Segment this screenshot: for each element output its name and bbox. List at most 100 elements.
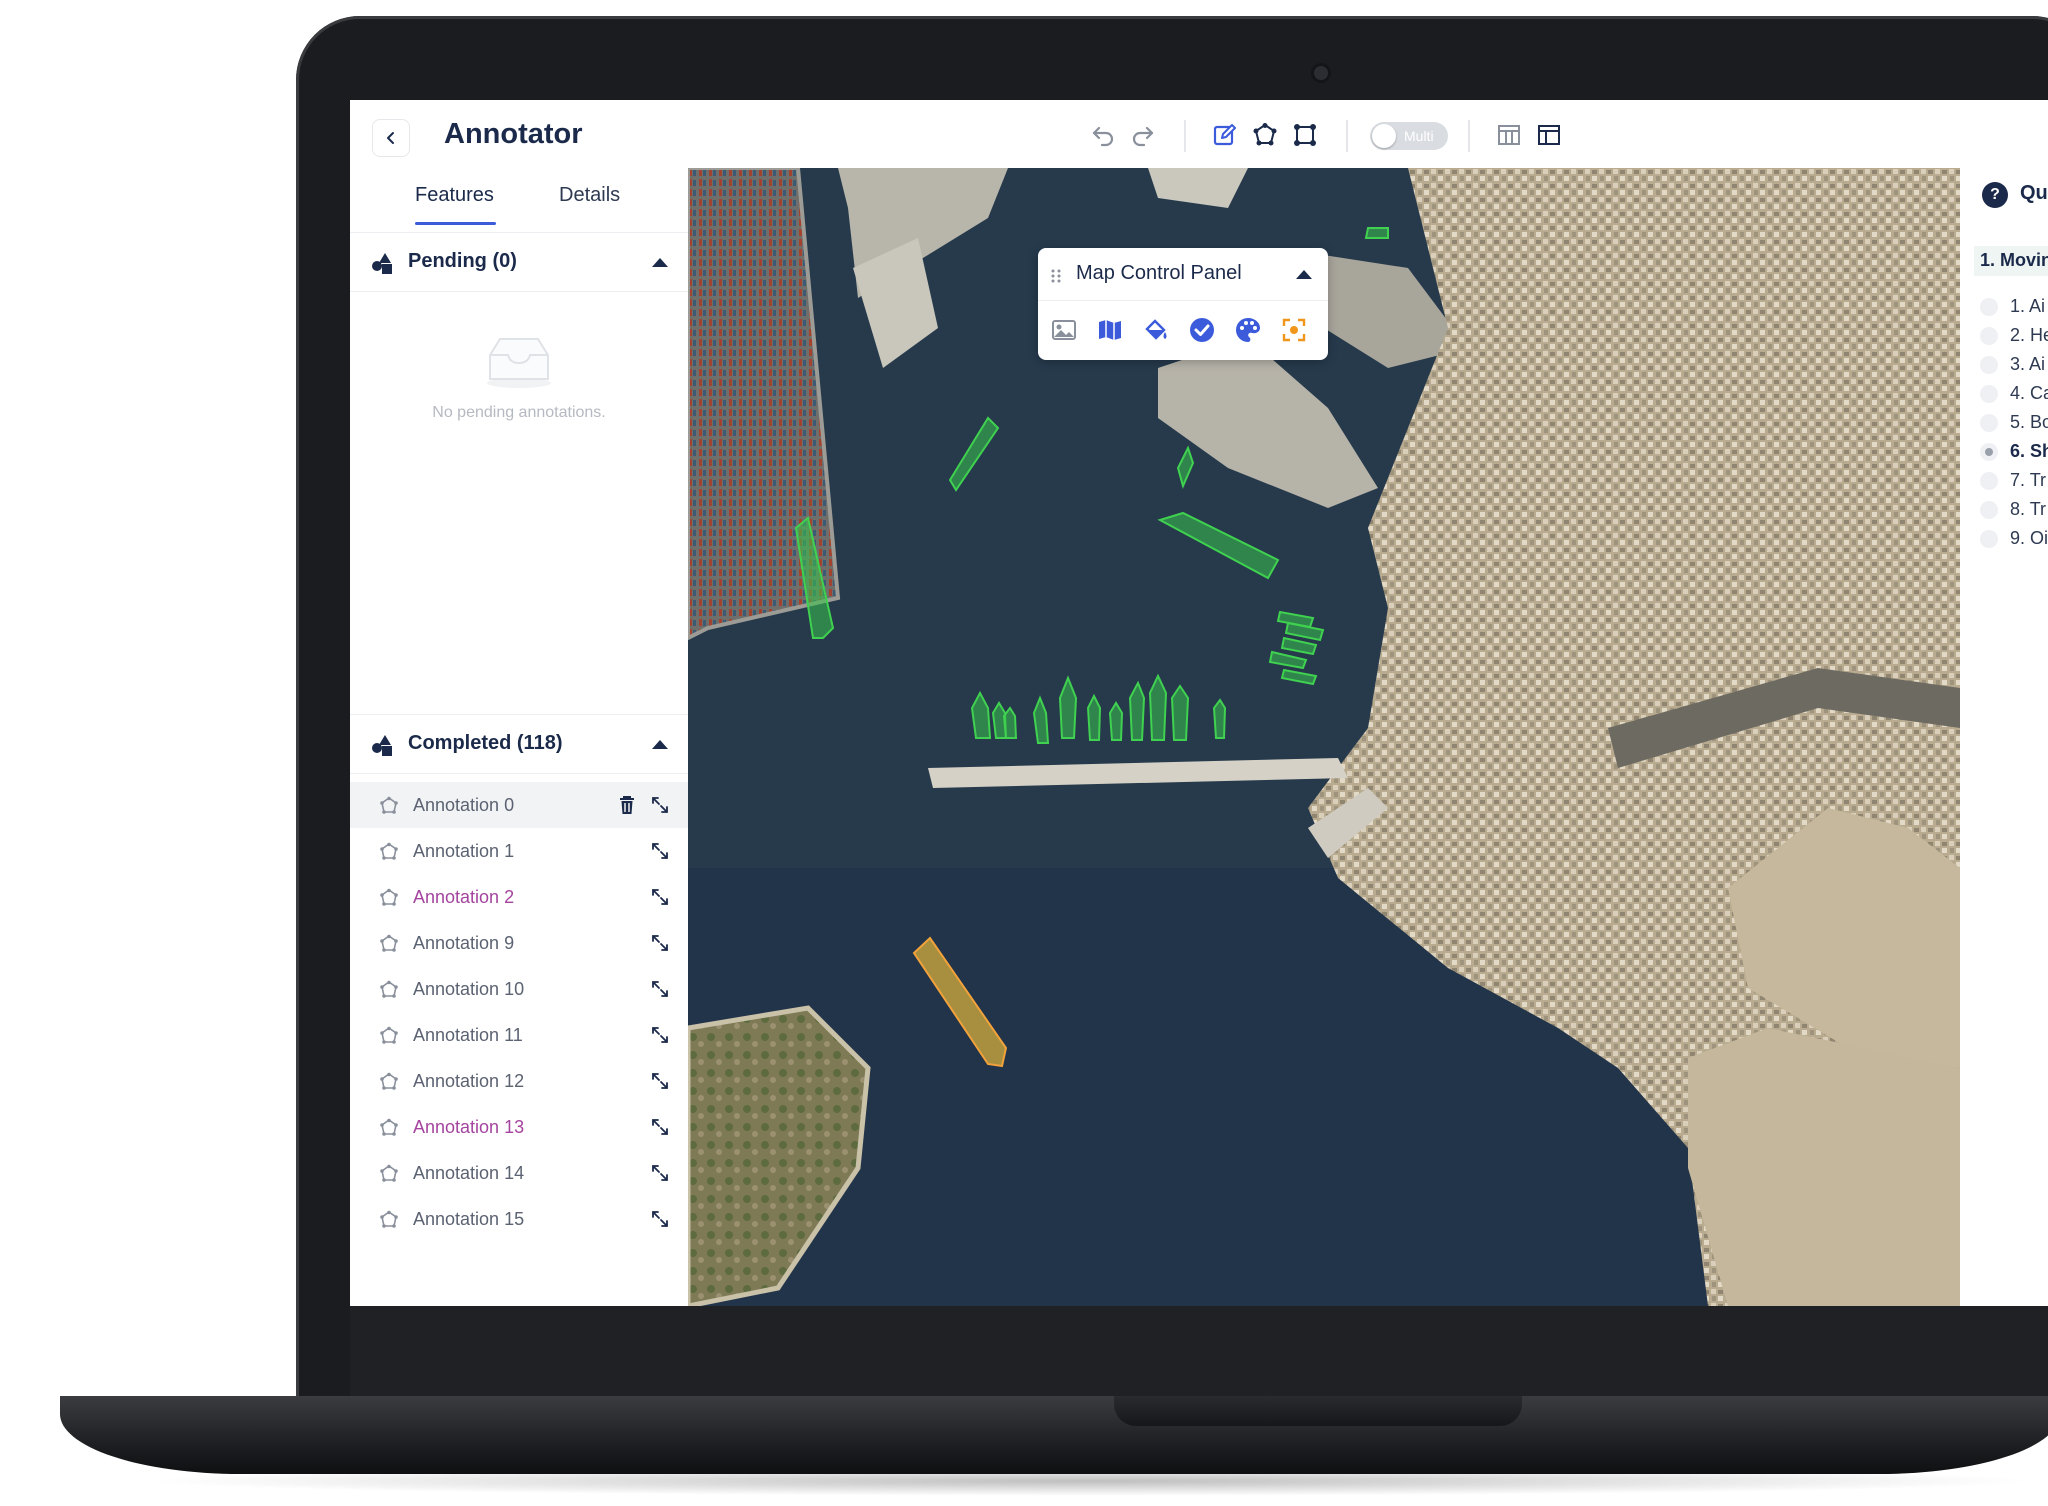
- shapes-icon: [372, 253, 392, 274]
- satellite-map[interactable]: Map Control Panel: [688, 168, 1960, 1306]
- radio-button[interactable]: [1980, 472, 1998, 490]
- edit-tool-button[interactable]: [1210, 120, 1240, 150]
- expand-icon[interactable]: [650, 933, 670, 953]
- polygon-icon: [380, 934, 398, 952]
- annotation-row[interactable]: Annotation 13: [350, 1104, 688, 1150]
- layout-columns-icon: [1498, 125, 1520, 145]
- rectangle-tool-button[interactable]: [1290, 120, 1320, 150]
- expand-icon[interactable]: [650, 1209, 670, 1229]
- map-control-panel-title: Map Control Panel: [1076, 262, 1242, 284]
- expand-icon[interactable]: [650, 1117, 670, 1137]
- laptop-notch: [1114, 1396, 1522, 1426]
- annotation-row[interactable]: Annotation 1: [350, 828, 688, 874]
- expand-icon[interactable]: [650, 795, 670, 815]
- polygon-tool-button[interactable]: [1250, 120, 1280, 150]
- empty-pending-text: No pending annotations.: [432, 404, 606, 421]
- radio-button[interactable]: [1980, 414, 1998, 432]
- radio-button[interactable]: [1980, 298, 1998, 316]
- expand-icon[interactable]: [650, 1025, 670, 1045]
- annotation-row[interactable]: Annotation 2: [350, 874, 688, 920]
- redo-button[interactable]: [1128, 120, 1158, 150]
- category-item[interactable]: 7. Tr: [1980, 468, 2048, 494]
- radio-button[interactable]: [1980, 501, 1998, 519]
- category-item[interactable]: 3. Ai: [1980, 352, 2048, 378]
- expand-icon[interactable]: [650, 841, 670, 861]
- category-item[interactable]: 8. Tr: [1980, 497, 2048, 523]
- annotation-row[interactable]: Annotation 10: [350, 966, 688, 1012]
- annotation-label: Annotation 12: [413, 1071, 525, 1091]
- layout-columns-button[interactable]: [1494, 120, 1524, 150]
- completed-title: Completed (118): [408, 732, 563, 754]
- pending-section-header[interactable]: Pending (0): [350, 232, 688, 292]
- category-item[interactable]: 9. Oi: [1980, 526, 2048, 552]
- layout-panel-button[interactable]: [1534, 120, 1564, 150]
- expand-icon[interactable]: [650, 979, 670, 999]
- map-layer-button[interactable]: [1094, 314, 1126, 346]
- help-icon[interactable]: ?: [1982, 182, 2008, 208]
- category-label: 5. Bo: [2010, 412, 2048, 432]
- back-button[interactable]: [372, 119, 410, 157]
- toggle-label: Multi: [1404, 128, 1434, 144]
- polygon-icon: [380, 796, 398, 814]
- right-panel-title: Qu: [2020, 182, 2048, 204]
- toolbar-divider: [1468, 120, 1470, 152]
- image-layer-button[interactable]: [1048, 314, 1080, 346]
- toolbar-divider: [1346, 120, 1348, 152]
- verify-button[interactable]: [1186, 314, 1218, 346]
- annotation-row[interactable]: Annotation 15: [350, 1196, 688, 1242]
- annotation-label: Annotation 10: [413, 979, 525, 999]
- polygon-icon: [380, 980, 398, 998]
- bounding-box-icon: [1294, 124, 1316, 146]
- camera: [1314, 66, 1328, 80]
- top-bar: Annotator Multi: [350, 100, 2048, 168]
- annotation-label: Annotation 0: [413, 795, 515, 815]
- expand-icon[interactable]: [650, 1163, 670, 1183]
- laptop-bezel: [350, 1306, 2048, 1396]
- radio-button[interactable]: [1980, 530, 1998, 548]
- collapse-caret-icon[interactable]: [1296, 270, 1312, 279]
- expand-icon[interactable]: [650, 1071, 670, 1091]
- toolbar-divider: [1184, 120, 1186, 152]
- annotation-row[interactable]: Annotation 11: [350, 1012, 688, 1058]
- map-control-panel[interactable]: Map Control Panel: [1038, 248, 1328, 360]
- trash-icon[interactable]: [618, 795, 636, 815]
- tab-details[interactable]: Details: [559, 184, 620, 207]
- multi-toggle[interactable]: Multi: [1370, 122, 1448, 150]
- annotation-row[interactable]: Annotation 14: [350, 1150, 688, 1196]
- polygon-icon: [380, 842, 398, 860]
- right-panel: ? Qu 1. Movin 1. Ai 2. He 3. Ai 4. Ca 5. Bo 6…: [1960, 168, 2048, 1306]
- category-label: 2. He: [2010, 325, 2048, 345]
- annotation-label: Annotation 15: [413, 1209, 525, 1229]
- radio-button[interactable]: [1980, 443, 1998, 461]
- app-screen: Annotator Multi Features Details Pending…: [350, 100, 2048, 1306]
- drag-handle-icon[interactable]: [1050, 268, 1062, 284]
- radio-button[interactable]: [1980, 385, 1998, 403]
- collapse-caret-icon[interactable]: [652, 740, 668, 749]
- fill-tool-button[interactable]: [1140, 314, 1172, 346]
- polygon-icon: [380, 1118, 398, 1136]
- redo-icon: [1132, 126, 1154, 147]
- category-item[interactable]: 5. Bo: [1980, 410, 2048, 436]
- category-item[interactable]: 2. He: [1980, 323, 2048, 349]
- category-item[interactable]: 6. Sh: [1980, 439, 2048, 465]
- focus-icon: [1282, 318, 1306, 342]
- annotation-row[interactable]: Annotation 0: [350, 782, 688, 828]
- empty-inbox-icon: [487, 338, 551, 388]
- focus-button[interactable]: [1278, 314, 1310, 346]
- completed-section-header[interactable]: Completed (118): [350, 714, 688, 774]
- category-item[interactable]: 1. Ai: [1980, 294, 2048, 320]
- active-tab-indicator: [415, 222, 496, 225]
- category-group-header[interactable]: 1. Movin: [1974, 246, 2048, 276]
- color-palette-button[interactable]: [1232, 314, 1264, 346]
- annotation-row[interactable]: Annotation 12: [350, 1058, 688, 1104]
- collapse-caret-icon[interactable]: [652, 258, 668, 267]
- polygon-icon: [380, 1072, 398, 1090]
- tab-features[interactable]: Features: [415, 184, 494, 207]
- radio-button[interactable]: [1980, 356, 1998, 374]
- annotation-label: Annotation 1: [413, 841, 515, 861]
- category-item[interactable]: 4. Ca: [1980, 381, 2048, 407]
- annotation-row[interactable]: Annotation 9: [350, 920, 688, 966]
- radio-button[interactable]: [1980, 327, 1998, 345]
- undo-button[interactable]: [1088, 120, 1118, 150]
- expand-icon[interactable]: [650, 887, 670, 907]
